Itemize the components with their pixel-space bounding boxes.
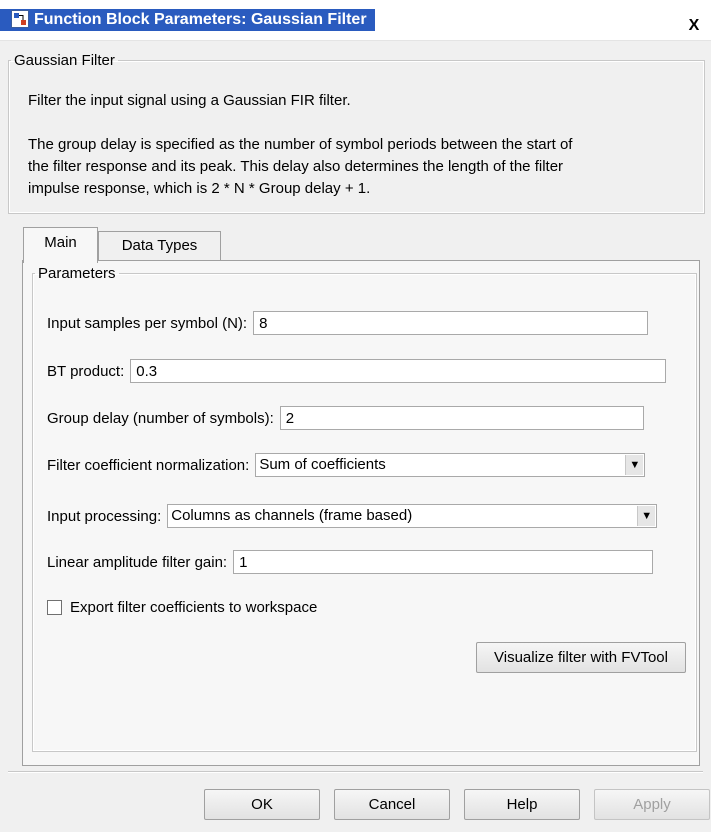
block-description: Filter the input signal using a Gaussian… — [28, 90, 698, 200]
tab-main[interactable]: Main — [23, 227, 98, 263]
description-line: the filter response and its peak. This d… — [28, 158, 564, 175]
samples-per-symbol-row: Input samples per symbol (N): 8 — [47, 309, 649, 337]
description-line: Filter the input signal using a Gaussian… — [28, 92, 351, 109]
cancel-button[interactable]: Cancel — [334, 789, 450, 820]
simulink-block-icon — [11, 10, 29, 28]
group-delay-input[interactable]: 2 — [279, 406, 644, 430]
input-processing-label: Input processing: — [47, 507, 162, 525]
input-processing-select[interactable]: Columns as channels (frame based) ▼ — [167, 504, 658, 528]
normalization-label: Filter coefficient normalization: — [47, 456, 250, 474]
tab-data-types-label: Data Types — [121, 237, 198, 254]
normalization-row: Filter coefficient normalization: Sum of… — [47, 451, 646, 479]
export-coefficients-row: Export filter coefficients to workspace — [47, 593, 323, 621]
footer-separator — [8, 771, 703, 773]
window-title: Function Block Parameters: Gaussian Filt… — [0, 9, 375, 31]
bt-product-label: BT product: — [47, 362, 125, 380]
description-line: The group delay is specified as the numb… — [28, 136, 573, 153]
normalization-select[interactable]: Sum of coefficients ▼ — [255, 453, 646, 477]
samples-per-symbol-input[interactable]: 8 — [253, 311, 649, 335]
description-group-label: Gaussian Filter — [14, 52, 115, 69]
description-line: impulse response, which is 2 * N * Group… — [28, 180, 371, 197]
tab-data-types[interactable]: Data Types — [98, 231, 221, 261]
normalization-value: Sum of coefficients — [259, 456, 386, 473]
input-processing-row: Input processing: Columns as channels (f… — [47, 502, 658, 530]
bt-product-row: BT product: 0.3 — [47, 357, 667, 385]
export-coefficients-label[interactable]: Export filter coefficients to workspace — [70, 599, 317, 616]
samples-per-symbol-label: Input samples per symbol (N): — [47, 314, 248, 332]
filter-gain-input[interactable]: 1 — [233, 550, 654, 574]
bt-product-input[interactable]: 0.3 — [130, 359, 667, 383]
input-processing-value: Columns as channels (frame based) — [171, 507, 413, 524]
filter-gain-row: Linear amplitude filter gain: 1 — [47, 548, 654, 576]
close-icon[interactable]: X — [685, 17, 703, 35]
group-delay-label: Group delay (number of symbols): — [47, 409, 274, 427]
tab-main-label: Main — [44, 234, 77, 251]
group-delay-row: Group delay (number of symbols): 2 — [47, 404, 644, 432]
apply-button: Apply — [594, 789, 710, 820]
help-button[interactable]: Help — [464, 789, 580, 820]
title-bar: Function Block Parameters: Gaussian Filt… — [0, 0, 711, 41]
filter-gain-label: Linear amplitude filter gain: — [47, 553, 228, 571]
visualize-fvtool-button[interactable]: Visualize filter with FVTool — [476, 642, 686, 673]
ok-button[interactable]: OK — [204, 789, 320, 820]
export-coefficients-checkbox[interactable] — [47, 599, 62, 615]
parameters-group-label: Parameters — [38, 265, 116, 282]
chevron-down-icon[interactable]: ▼ — [625, 455, 644, 475]
chevron-down-icon[interactable]: ▼ — [637, 506, 656, 526]
